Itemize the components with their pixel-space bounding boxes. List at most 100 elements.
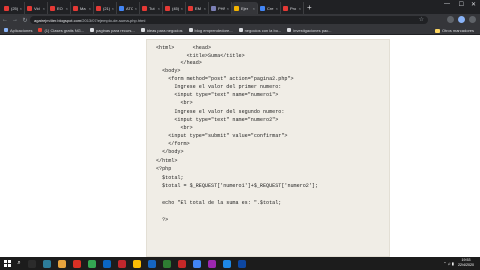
bookmark-star-icon[interactable]: ☆ [419,16,424,23]
browser-tab[interactable]: Cre × [258,2,281,14]
close-window-icon[interactable]: ✕ [471,1,476,8]
tab-close-icon[interactable]: × [204,6,206,11]
tab-close-icon[interactable]: × [158,6,160,11]
taskbar-app-icon[interactable] [159,257,174,270]
bookmark-item[interactable]: blog emprendedore... [188,27,233,33]
code-block: <html> <head> <title>Suma</title> </head… [146,39,390,257]
bookmark-item[interactable]: ideas para negocios [140,27,183,33]
bookmark-item[interactable]: negocios con la bo... [238,27,282,33]
browser-tab[interactable]: (25) × [2,2,25,14]
browser-tab[interactable]: Vid × [25,2,48,14]
other-bookmarks[interactable]: Otros marcadores [434,28,474,33]
bookmark-item[interactable]: Aplicaciones [4,28,32,33]
bookmark-item[interactable]: (1) Clases gratis NG... [38,28,84,33]
maximize-icon[interactable]: ☐ [459,1,464,8]
app-icon [222,259,231,268]
taskbar-app-icon[interactable] [99,257,114,270]
bookmark-item[interactable]: paginas para recurs... [90,28,135,33]
tab-close-icon[interactable]: × [20,6,22,11]
forward-icon[interactable]: → [10,17,20,23]
search-icon[interactable]: ⌕ [14,260,24,267]
code-line: <title>Suma</title> [156,53,245,59]
tab-close-icon[interactable]: × [135,6,137,11]
tab-close-icon[interactable]: × [276,6,278,11]
code-line: Ingrese el valor del primer numero: [156,84,282,90]
new-tab-button[interactable]: + [307,3,312,12]
clock[interactable]: 19:53 22/4/2020 [458,258,474,268]
bookmark-item[interactable]: investigaciones pac... [287,28,332,33]
taskbar-app-icon[interactable] [39,257,54,270]
taskbar-app-icon[interactable] [84,257,99,270]
browser-tab[interactable]: (21) × [94,2,117,14]
taskbar-app-icon[interactable] [24,257,39,270]
bookmarks-bar: Aplicaciones (1) Clases gratis NG... pagin… [0,26,480,35]
tab-favicon-icon [234,5,239,11]
bookmark-label: ideas para negocios [146,27,183,33]
bookmark-label: paginas para recurs... [96,27,135,33]
bookmark-label: negocios con la bo... [244,27,282,33]
browser-tab[interactable]: Tut × [140,2,163,14]
extension-icon[interactable] [447,16,454,23]
code-line: <?php [156,166,172,172]
taskbar-app-icon[interactable] [219,257,234,270]
tab-title: Pro [290,5,297,11]
bookmark-label: blog emprendedore... [194,27,233,33]
taskbar-app-icon[interactable] [129,257,144,270]
taskbar-app-icon[interactable] [69,257,84,270]
bookmark-label: (1) Clases gratis NG... [44,27,85,33]
browser-tab[interactable]: EM × [186,2,209,14]
tab-title: EM [195,5,201,11]
code-line: <form method="post" action="pagina2.php"… [156,76,294,82]
taskbar-app-icon[interactable] [189,257,204,270]
tab-close-icon[interactable]: × [253,6,255,11]
code-line: <br> [156,125,193,131]
browser-tab[interactable]: ATC× [117,2,140,14]
browser-tab[interactable]: (45) × [163,2,186,14]
tab-strip: (25)×Vid×EO×Ma×(21)×ATC×Tut×(45)×EM×PHP×… [0,0,480,14]
tab-title: Ma [80,5,86,11]
tab-close-icon[interactable]: × [66,6,68,11]
tab-title: Tut [149,5,155,11]
tab-close-icon[interactable]: × [112,6,114,11]
address-bar[interactable]: agatrejm4ter.blogspot.com/2013/07/ejempl… [30,16,428,24]
bookmark-icon [287,28,292,32]
taskbar-app-icon[interactable] [174,257,189,270]
tab-favicon-icon [27,5,32,11]
code-line: <input type="text" name="numero2"> [156,117,279,123]
browser-tab[interactable]: Ma × [71,2,94,14]
tab-favicon-icon [96,5,101,11]
extension-icons [447,16,476,23]
tab-favicon-icon [4,5,9,11]
taskbar-app-icon[interactable] [144,257,159,270]
minimize-icon[interactable]: — [444,1,450,7]
tab-favicon-icon [119,5,124,11]
app-icon [102,259,111,268]
tab-close-icon[interactable]: × [227,6,229,11]
tab-title: Cre [267,5,274,11]
menu-icon[interactable] [469,16,476,23]
tab-title: EO [57,5,63,11]
bookmark-icon [90,28,95,32]
tab-close-icon[interactable]: × [43,6,45,11]
code-line: <br> [156,100,193,106]
taskbar-app-icon[interactable] [204,257,219,270]
tab-close-icon[interactable]: × [181,6,183,11]
start-button[interactable] [0,257,14,270]
code-line: </html> [156,158,178,164]
tab-close-icon[interactable]: × [89,6,91,11]
profile-avatar[interactable] [458,16,465,23]
browser-tab[interactable]: EO × [48,2,71,14]
taskbar-app-icon[interactable] [114,257,129,270]
browser-tab[interactable]: PHP× [209,2,232,14]
windows-icon [3,260,11,267]
tab-favicon-icon [73,5,78,11]
back-icon[interactable]: ← [0,17,10,23]
app-icon [117,259,126,268]
tray-icons[interactable]: ⌃ ♫ ▮ [443,261,454,266]
reload-icon[interactable]: ↻ [20,17,30,24]
browser-tab[interactable]: Pro × [281,2,304,14]
tab-close-icon[interactable]: × [299,6,301,11]
taskbar-app-icon[interactable] [234,257,249,270]
taskbar-app-icon[interactable] [54,257,69,270]
browser-tab[interactable]: Ejer × [232,2,258,14]
